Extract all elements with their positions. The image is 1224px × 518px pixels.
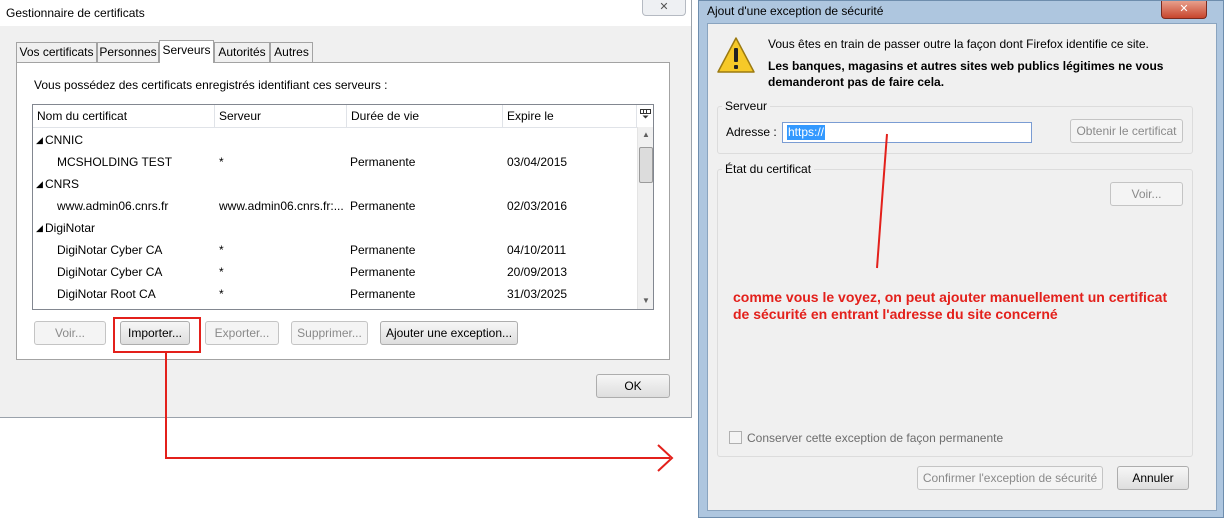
table-row[interactable]: MCSHOLDING TEST * Permanente 03/04/2015	[33, 151, 637, 173]
scrollbar-thumb[interactable]	[639, 147, 653, 183]
address-input[interactable]: https://	[782, 122, 1032, 143]
address-label: Adresse :	[726, 125, 777, 139]
cert-expires: 20/09/2013	[507, 265, 568, 279]
cert-lifetime: Permanente	[350, 243, 416, 257]
group-name: CNNIC	[45, 133, 83, 147]
cert-name: DigiNotar Cyber CA	[57, 265, 163, 279]
export-button[interactable]: Exporter...	[205, 321, 279, 345]
permanent-exception-checkbox[interactable]	[729, 431, 742, 444]
tree-group-row[interactable]: ◢ CNRS	[33, 173, 637, 195]
title-bar: Gestionnaire de certificats ✕	[0, 0, 691, 26]
column-header-expires[interactable]: Expire le	[503, 105, 637, 127]
annotation-arrow-head	[657, 444, 674, 472]
warning-text-bold: Les banques, magasins et autres sites we…	[768, 59, 1164, 89]
group-name: CNRS	[45, 177, 80, 191]
group-name: DigiNotar	[45, 221, 96, 235]
expander-icon[interactable]: ◢	[36, 129, 43, 151]
view-certificate-button[interactable]: Voir...	[1110, 182, 1183, 206]
annotation-text: comme vous le voyez, on peut ajouter man…	[733, 289, 1168, 322]
table-row[interactable]: www.admin06.cnrs.fr www.admin06.cnrs.fr:…	[33, 195, 637, 217]
warning-icon	[716, 36, 756, 77]
cancel-button[interactable]: Annuler	[1117, 466, 1189, 490]
column-header-server[interactable]: Serveur	[215, 105, 347, 127]
tab-autorites[interactable]: Autorités	[214, 42, 270, 62]
cert-name: DigiNotar Cyber CA	[57, 243, 163, 257]
cert-server: *	[219, 155, 224, 169]
tab-serveurs[interactable]: Serveurs	[159, 40, 214, 63]
warning-text: Vous êtes en train de passer outre la fa…	[768, 37, 1149, 51]
import-button[interactable]: Importer...	[120, 321, 190, 345]
delete-button[interactable]: Supprimer...	[291, 321, 368, 345]
permanent-exception-label[interactable]: Conserver cette exception de façon perma…	[747, 431, 1003, 445]
cert-lifetime: Permanente	[350, 155, 416, 169]
table-row[interactable]: DigiNotar Cyber CA * Permanente 04/10/20…	[33, 239, 637, 261]
cert-lifetime: Permanente	[350, 265, 416, 279]
scroll-up-icon[interactable]: ▲	[638, 127, 653, 143]
cert-server: *	[219, 243, 224, 257]
cert-expires: 04/10/2011	[507, 243, 567, 257]
view-button[interactable]: Voir...	[34, 321, 106, 345]
cert-server: *	[219, 287, 224, 301]
address-value: https://	[787, 125, 826, 140]
tab-autres[interactable]: Autres	[270, 42, 313, 62]
certificate-status-label: État du certificat	[722, 162, 815, 176]
vertical-scrollbar[interactable]: ▲ ▼	[637, 127, 653, 309]
get-certificate-button[interactable]: Obtenir le certificat	[1070, 119, 1183, 143]
cert-server: www.admin06.cnrs.fr:...	[219, 199, 344, 213]
ok-button[interactable]: OK	[596, 374, 670, 398]
confirm-exception-button[interactable]: Confirmer l'exception de sécurité	[917, 466, 1103, 490]
table-row[interactable]: DigiNotar Cyber CA * Permanente 20/09/20…	[33, 261, 637, 283]
close-icon: ✕	[659, 1, 669, 13]
header-divider	[33, 127, 637, 128]
column-header-name[interactable]: Nom du certificat	[33, 105, 215, 127]
add-exception-button[interactable]: Ajouter une exception...	[380, 321, 518, 345]
close-icon: ✕	[1179, 3, 1189, 15]
cert-expires: 31/03/2025	[507, 287, 568, 301]
tab-vos-certificats[interactable]: Vos certificats	[16, 42, 97, 62]
close-button[interactable]: ✕	[642, 0, 686, 16]
column-header-lifetime[interactable]: Durée de vie	[347, 105, 503, 127]
server-group-label: Serveur	[722, 99, 771, 113]
cert-name: DigiNotar Root CA	[57, 287, 156, 301]
window-title: Gestionnaire de certificats	[6, 6, 145, 20]
dialog-title: Ajout d'une exception de sécurité	[707, 4, 884, 18]
certificate-tree[interactable]: Nom du certificat Serveur Durée de vie E…	[32, 104, 654, 310]
tree-group-row[interactable]: ◢ CNNIC	[33, 129, 637, 151]
expander-icon[interactable]: ◢	[36, 173, 43, 195]
table-row[interactable]: DigiNotar Root CA * Permanente 31/03/202…	[33, 283, 637, 305]
intro-text: Vous possédez des certificats enregistré…	[34, 78, 388, 92]
tab-personnes[interactable]: Personnes	[97, 42, 159, 62]
cert-name: MCSHOLDING TEST	[57, 155, 173, 169]
tree-group-row[interactable]: ◢ DigiNotar	[33, 217, 637, 239]
cert-lifetime: Permanente	[350, 199, 416, 213]
scroll-down-icon[interactable]: ▼	[638, 293, 653, 309]
cert-lifetime: Permanente	[350, 287, 416, 301]
column-picker-icon[interactable]	[637, 105, 653, 127]
close-button[interactable]: ✕	[1161, 1, 1207, 19]
expander-icon[interactable]: ◢	[36, 217, 43, 239]
cert-expires: 03/04/2015	[507, 155, 568, 169]
cert-expires: 02/03/2016	[507, 199, 568, 213]
cert-name: www.admin06.cnrs.fr	[57, 199, 169, 213]
cert-server: *	[219, 265, 224, 279]
